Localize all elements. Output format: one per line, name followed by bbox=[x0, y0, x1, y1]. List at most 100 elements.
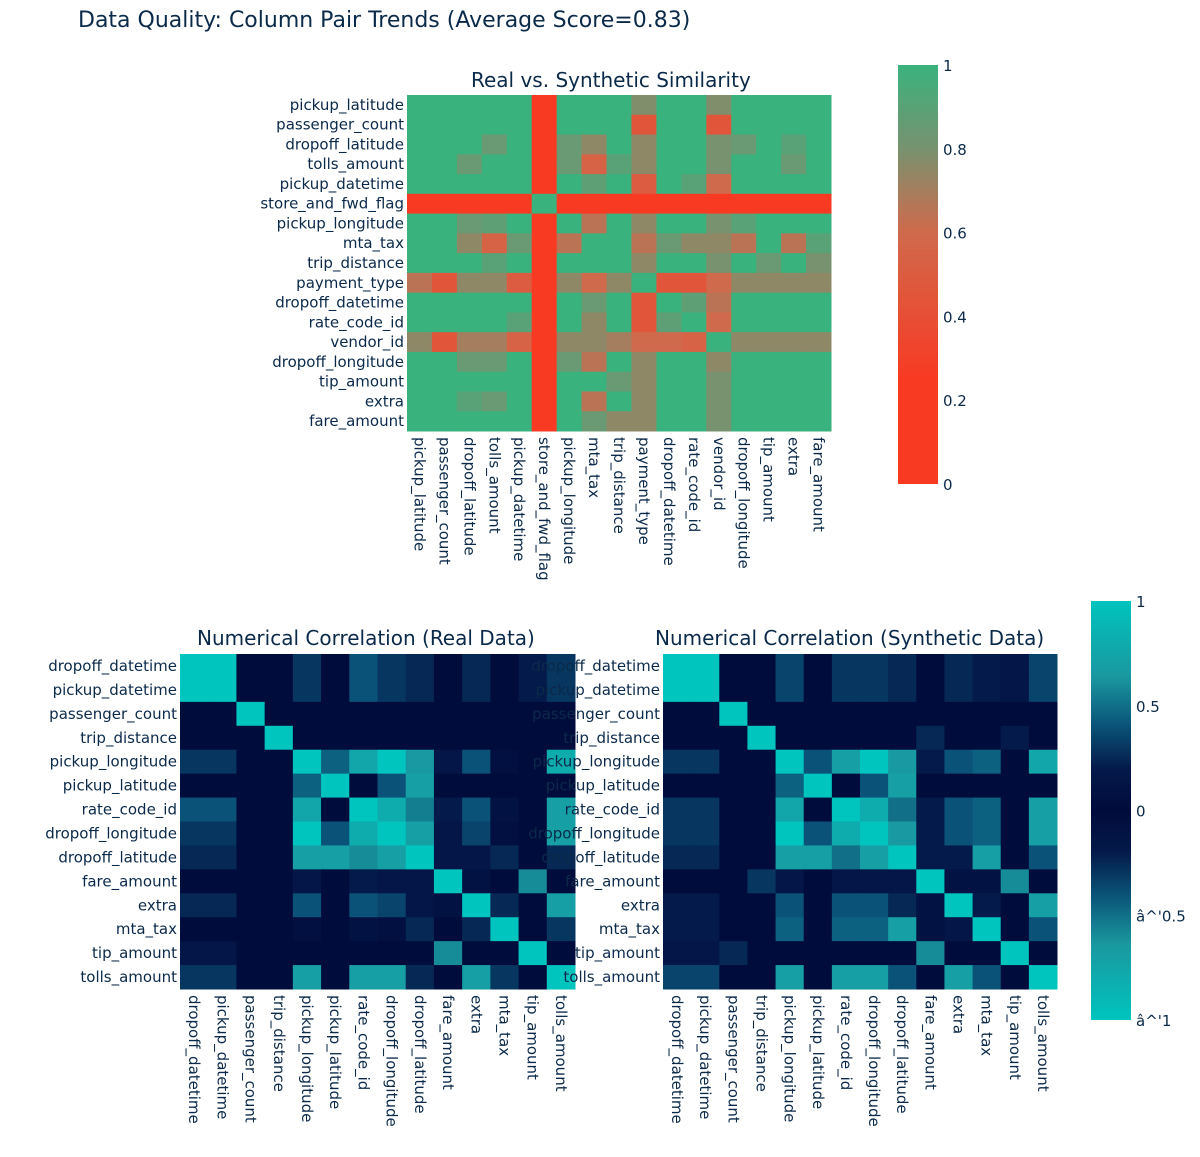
heatmap-cell bbox=[806, 213, 832, 234]
heatmap-cell bbox=[236, 773, 266, 799]
heatmap-cell bbox=[506, 114, 533, 136]
heatmap-cell bbox=[631, 391, 657, 412]
heatmap-cell bbox=[481, 193, 508, 215]
heatmap-cell bbox=[462, 677, 491, 703]
heatmap-cell bbox=[656, 391, 682, 412]
y-tick-label: extra bbox=[138, 896, 177, 914]
heatmap-cell bbox=[481, 391, 508, 412]
heatmap-cell bbox=[581, 312, 608, 333]
heatmap-cell bbox=[1028, 725, 1058, 751]
heatmap-cell bbox=[656, 213, 682, 234]
x-tick-label: dropoff_longitude bbox=[864, 995, 883, 1127]
heatmap-cell bbox=[180, 941, 209, 966]
heatmap-cell bbox=[756, 391, 782, 412]
heatmap-cell bbox=[264, 941, 294, 966]
heatmap-cell bbox=[456, 332, 483, 353]
heatmap-cell bbox=[944, 749, 974, 775]
heatmap-cell bbox=[490, 893, 520, 918]
heatmap-cell bbox=[719, 701, 748, 727]
heatmap-cell bbox=[691, 725, 720, 751]
similarity-colorbar: 0 0.2 0.4 0.6 0.8 1 bbox=[898, 57, 967, 494]
heatmap-cell bbox=[236, 749, 266, 775]
y-tick-label: dropoff_longitude bbox=[528, 824, 660, 843]
heatmap-cell bbox=[656, 154, 682, 175]
x-tick-label: fare_amount bbox=[438, 995, 457, 1090]
heatmap-cell bbox=[292, 965, 322, 990]
heatmap-cell bbox=[781, 351, 807, 373]
heatmap-cell bbox=[321, 965, 350, 990]
heatmap-cell bbox=[631, 351, 657, 373]
heatmap-cell bbox=[481, 134, 508, 155]
heatmap-cell bbox=[631, 371, 657, 392]
heatmap-cell bbox=[781, 193, 807, 215]
heatmap-cell bbox=[433, 677, 463, 703]
heatmap-cell bbox=[481, 114, 508, 136]
heatmap-cell bbox=[944, 797, 974, 822]
similarity-heatmap: pickup_latitudepassenger_countdropoff_la… bbox=[260, 95, 832, 581]
heatmap-cell bbox=[462, 917, 491, 942]
heatmap-cell bbox=[506, 292, 533, 313]
x-tick-label: passenger_count bbox=[723, 995, 742, 1123]
heatmap-cell bbox=[656, 174, 682, 195]
heatmap-cell bbox=[208, 773, 237, 799]
heatmap-cell bbox=[180, 917, 209, 942]
heatmap-cell bbox=[407, 272, 433, 294]
heatmap-cell bbox=[681, 292, 707, 313]
heatmap-cell bbox=[944, 845, 974, 870]
heatmap-cell bbox=[490, 917, 520, 942]
heatmap-cell bbox=[756, 174, 782, 195]
y-tick-label: dropoff_latitude bbox=[285, 135, 404, 154]
heatmap-cell bbox=[860, 749, 889, 775]
heatmap-cell bbox=[731, 134, 757, 155]
heatmap-cell bbox=[972, 917, 1002, 942]
heatmap-cell bbox=[264, 869, 294, 894]
heatmap-cell bbox=[481, 213, 508, 234]
heatmap-cell bbox=[631, 134, 657, 155]
heatmap-cell bbox=[916, 773, 945, 799]
heatmap-cell bbox=[506, 95, 533, 116]
y-tick-label: dropoff_longitude bbox=[45, 824, 177, 843]
colorbar-tick-label: 0.6 bbox=[943, 225, 967, 243]
heatmap-cell bbox=[581, 411, 608, 432]
heatmap-cell bbox=[506, 351, 533, 373]
heatmap-cell bbox=[431, 154, 458, 175]
heatmap-cell bbox=[860, 893, 889, 918]
heatmap-cell bbox=[180, 893, 209, 918]
heatmap-cell bbox=[606, 351, 632, 373]
heatmap-cell bbox=[431, 134, 458, 155]
heatmap-cell bbox=[656, 411, 682, 432]
heatmap-cell bbox=[731, 312, 757, 333]
heatmap-cell bbox=[407, 253, 433, 274]
heatmap-cell bbox=[775, 773, 805, 799]
heatmap-cell bbox=[706, 213, 732, 234]
heatmap-cell bbox=[681, 371, 707, 392]
heatmap-cell bbox=[681, 114, 707, 136]
heatmap-cell bbox=[663, 869, 692, 894]
heatmap-cell bbox=[731, 174, 757, 195]
heatmap-cell bbox=[506, 411, 533, 432]
heatmap-cell bbox=[747, 893, 777, 918]
heatmap-cell bbox=[747, 725, 777, 751]
heatmap-cell bbox=[831, 965, 861, 990]
x-tick-label: vendor_id bbox=[709, 437, 728, 511]
heatmap-cell bbox=[456, 95, 483, 116]
heatmap-cell bbox=[916, 654, 945, 679]
heatmap-cell bbox=[405, 821, 435, 846]
heatmap-cell bbox=[916, 893, 945, 918]
heatmap-cell bbox=[321, 654, 350, 679]
heatmap-cell bbox=[747, 654, 777, 679]
heatmap-cell bbox=[916, 749, 945, 775]
x-tick-label: pickup_datetime bbox=[695, 995, 714, 1119]
heatmap-cell bbox=[888, 725, 917, 751]
heatmap-cell bbox=[775, 821, 805, 846]
y-tick-label: dropoff_datetime bbox=[48, 657, 177, 676]
heatmap-cell bbox=[462, 965, 491, 990]
heatmap-cell bbox=[681, 95, 707, 116]
colorbar-tick-label: â^'1 bbox=[1136, 1012, 1171, 1030]
heatmap-cell bbox=[691, 917, 720, 942]
heatmap-cell bbox=[606, 253, 632, 274]
heatmap-cell bbox=[433, 917, 463, 942]
heatmap-cell bbox=[531, 332, 558, 353]
heatmap-cell bbox=[433, 773, 463, 799]
y-tick-label: passenger_count bbox=[49, 705, 177, 724]
